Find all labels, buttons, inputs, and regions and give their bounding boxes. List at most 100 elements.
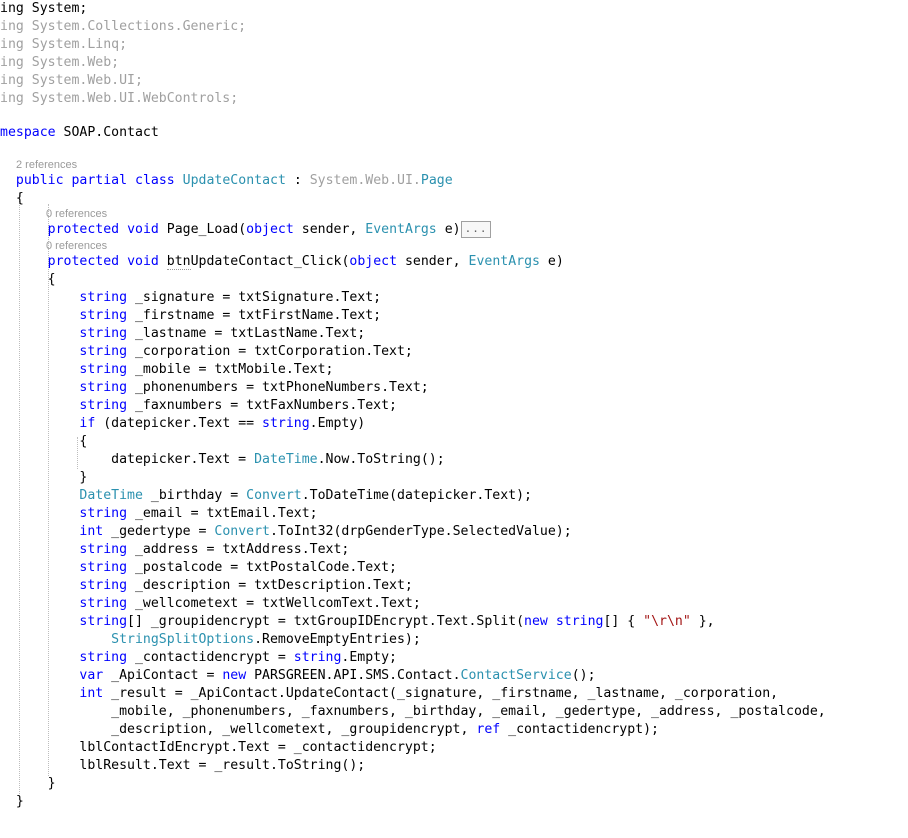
code-line-var-faxnumbers[interactable]: string _faxnumbers = txtFaxNumbers.Text; xyxy=(0,397,397,415)
token-if-datepicker-empty-2: (datepicker.Text == xyxy=(95,416,263,431)
code-line-namespace-decl[interactable]: mespace SOAP.Contact xyxy=(0,124,159,142)
codelens-btn-click[interactable]: 0 references xyxy=(46,238,107,254)
token-var-gedertype-0 xyxy=(0,524,79,539)
token-var-wellcometext-2: _wellcometext = txtWellcomText.Text; xyxy=(127,596,421,611)
token-class-decl-0 xyxy=(0,173,16,188)
token-page-load-signature-7: EventArgs xyxy=(365,222,437,237)
token-using-linq-0: ing System.Linq; xyxy=(0,37,128,52)
code-line-method-open-brace[interactable]: { xyxy=(0,271,56,289)
token-var-contactidencrypt-2: _contactidencrypt = xyxy=(127,650,294,665)
token-using-system-0: ing xyxy=(0,1,32,16)
code-line-var-gedertype[interactable]: int _gedertype = Convert.ToInt32(drpGend… xyxy=(0,523,571,541)
token-var-birthday-4: .ToDateTime(datepicker.Text); xyxy=(301,488,532,503)
code-line-btn-update-contact-click-signature[interactable]: protected void btnUpdateContact_Click(ob… xyxy=(0,253,564,271)
token-btn-update-contact-click-signature-1: protected xyxy=(47,254,120,269)
token-var-email-0 xyxy=(0,506,79,521)
code-line-var-email[interactable]: string _email = txtEmail.Text; xyxy=(0,505,317,523)
code-line-var-description[interactable]: string _description = txtDescription.Tex… xyxy=(0,577,412,595)
code-line-var-phonenumbers[interactable]: string _phonenumbers = txtPhoneNumbers.T… xyxy=(0,379,428,397)
token-btn-update-contact-click-signature-10: e) xyxy=(539,254,564,269)
token-var-firstname-2: _firstname = txtFirstName.Text; xyxy=(127,308,382,323)
token-var-description-1: string xyxy=(79,578,128,593)
token-namespace-decl-0: mespace xyxy=(0,125,56,140)
code-line-if-open-brace[interactable]: { xyxy=(0,433,87,451)
token-btn-update-contact-click-signature-7: object xyxy=(349,254,398,269)
token-class-decl-8: : xyxy=(285,173,310,188)
code-line-using-system[interactable]: ing System; xyxy=(0,0,87,18)
token-class-decl-6 xyxy=(175,173,183,188)
code-line-using-web-ui-webcontrols[interactable]: ing System.Web.UI.WebControls; xyxy=(0,90,238,108)
code-editor-surface[interactable]: 2 references 0 references 0 references ing… xyxy=(0,0,908,838)
token-var-groupidencrypt-2: [] _groupidencrypt = txtGroupIDEncrypt.T… xyxy=(127,614,525,629)
token-btn-update-contact-click-signature-4 xyxy=(159,254,167,269)
code-line-using-linq[interactable]: ing System.Linq; xyxy=(0,36,127,54)
code-line-assign-lbl-contactidencrypt[interactable]: lblContactIdEncrypt.Text = _contactidenc… xyxy=(0,739,436,757)
token-class-decl-9: System.Web.UI. xyxy=(309,173,421,188)
token-var-lastname-1: string xyxy=(79,326,128,341)
code-line-result-call-continuation-2[interactable]: _description, _wellcometext, _groupidenc… xyxy=(0,721,659,739)
token-var-mobile-0 xyxy=(0,362,79,377)
code-line-var-firstname[interactable]: string _firstname = txtFirstName.Text; xyxy=(0,307,381,325)
collapsed-region-ellipsis[interactable]: ... xyxy=(460,221,492,238)
code-line-using-web-ui[interactable]: ing System.Web.UI; xyxy=(0,72,143,90)
code-line-if-datepicker-empty[interactable]: if (datepicker.Text == string.Empty) xyxy=(0,415,365,433)
token-var-birthday-3: Convert xyxy=(246,488,302,503)
code-line-class-close-brace[interactable]: } xyxy=(0,793,24,811)
token-btn-update-contact-click-signature-5: btn xyxy=(166,254,191,270)
code-line-var-lastname[interactable]: string _lastname = txtLastName.Text; xyxy=(0,325,365,343)
code-line-result-call-continuation-1[interactable]: _mobile, _phonenumbers, _faxnumbers, _bi… xyxy=(0,703,826,721)
codelens-class[interactable]: 2 references xyxy=(16,157,77,173)
token-var-groupidencrypt-7: "\r\n" xyxy=(643,614,691,629)
token-var-postalcode-2: _postalcode = txtPostalCode.Text; xyxy=(127,560,397,575)
token-var-contactidencrypt-3: string xyxy=(293,650,342,665)
token-if-open-brace-0: { xyxy=(0,434,88,449)
code-line-var-mobile[interactable]: string _mobile = txtMobile.Text; xyxy=(0,361,333,379)
code-line-if-close-brace[interactable]: } xyxy=(0,469,87,487)
code-line-datepicker-assign-now[interactable]: datepicker.Text = DateTime.Now.ToString(… xyxy=(0,451,445,469)
token-if-close-brace-0: } xyxy=(0,470,88,485)
token-var-groupidencrypt-3: new xyxy=(524,614,548,629)
token-using-web-ui-0: ing System.Web.UI; xyxy=(0,73,143,88)
code-line-var-groupidencrypt[interactable]: string[] _groupidencrypt = txtGroupIDEnc… xyxy=(0,613,715,631)
token-page-load-signature-0 xyxy=(0,222,48,237)
token-var-mobile-2: _mobile = txtMobile.Text; xyxy=(127,362,334,377)
token-if-datepicker-empty-4: .Empty) xyxy=(309,416,366,431)
code-line-var-postalcode[interactable]: string _postalcode = txtPostalCode.Text; xyxy=(0,559,397,577)
code-line-var-apicontact[interactable]: var _ApiContact = new PARSGREEN.API.SMS.… xyxy=(0,667,595,685)
token-page-load-signature-4: Page_Load( xyxy=(158,222,247,237)
codelens-page-load[interactable]: 0 references xyxy=(46,206,107,222)
code-line-method-close-brace[interactable]: } xyxy=(0,775,56,793)
code-line-using-collections-generic[interactable]: ing System.Collections.Generic; xyxy=(0,18,246,36)
code-line-groupidencrypt-continuation[interactable]: StringSplitOptions.RemoveEmptyEntries); xyxy=(0,631,421,649)
token-var-lastname-0 xyxy=(0,326,79,341)
token-groupidencrypt-continuation-0 xyxy=(0,632,111,647)
code-line-var-contactidencrypt[interactable]: string _contactidencrypt = string.Empty; xyxy=(0,649,397,667)
code-line-var-corporation[interactable]: string _corporation = txtCorporation.Tex… xyxy=(0,343,412,361)
token-btn-update-contact-click-signature-9: EventArgs xyxy=(468,254,540,269)
token-var-groupidencrypt-1: string xyxy=(79,614,128,629)
token-var-groupidencrypt-0 xyxy=(0,614,79,629)
code-line-using-web[interactable]: ing System.Web; xyxy=(0,54,119,72)
token-var-groupidencrypt-8: }, xyxy=(690,614,715,629)
code-line-var-result-call[interactable]: int _result = _ApiContact.UpdateContact(… xyxy=(0,685,778,703)
token-if-datepicker-empty-3: string xyxy=(262,416,310,431)
token-class-decl-10: Page xyxy=(420,173,453,188)
token-if-datepicker-empty-0 xyxy=(0,416,79,431)
code-line-assign-lbl-result[interactable]: lblResult.Text = _result.ToString(); xyxy=(0,757,365,775)
token-datepicker-assign-now-0: datepicker.Text = xyxy=(0,452,255,467)
token-var-gedertype-1: int xyxy=(79,524,104,539)
token-var-corporation-1: string xyxy=(79,344,128,359)
code-line-class-decl[interactable]: public partial class UpdateContact : Sys… xyxy=(0,172,453,190)
token-var-contactidencrypt-4: .Empty; xyxy=(341,650,397,665)
code-line-class-open-brace[interactable]: { xyxy=(0,190,24,208)
code-line-var-wellcometext[interactable]: string _wellcometext = txtWellcomText.Te… xyxy=(0,595,421,613)
token-var-firstname-0 xyxy=(0,308,79,323)
code-line-page-load-signature[interactable]: protected void Page_Load(object sender, … xyxy=(0,221,492,239)
token-btn-update-contact-click-signature-3: void xyxy=(127,254,159,269)
code-line-var-signature[interactable]: string _signature = txtSignature.Text; xyxy=(0,289,381,307)
token-page-load-signature-3: void xyxy=(127,222,159,237)
code-line-var-birthday[interactable]: DateTime _birthday = Convert.ToDateTime(… xyxy=(0,487,532,505)
token-page-load-signature-2 xyxy=(119,222,127,237)
code-line-var-address[interactable]: string _address = txtAddress.Text; xyxy=(0,541,349,559)
token-var-signature-0 xyxy=(0,290,79,305)
